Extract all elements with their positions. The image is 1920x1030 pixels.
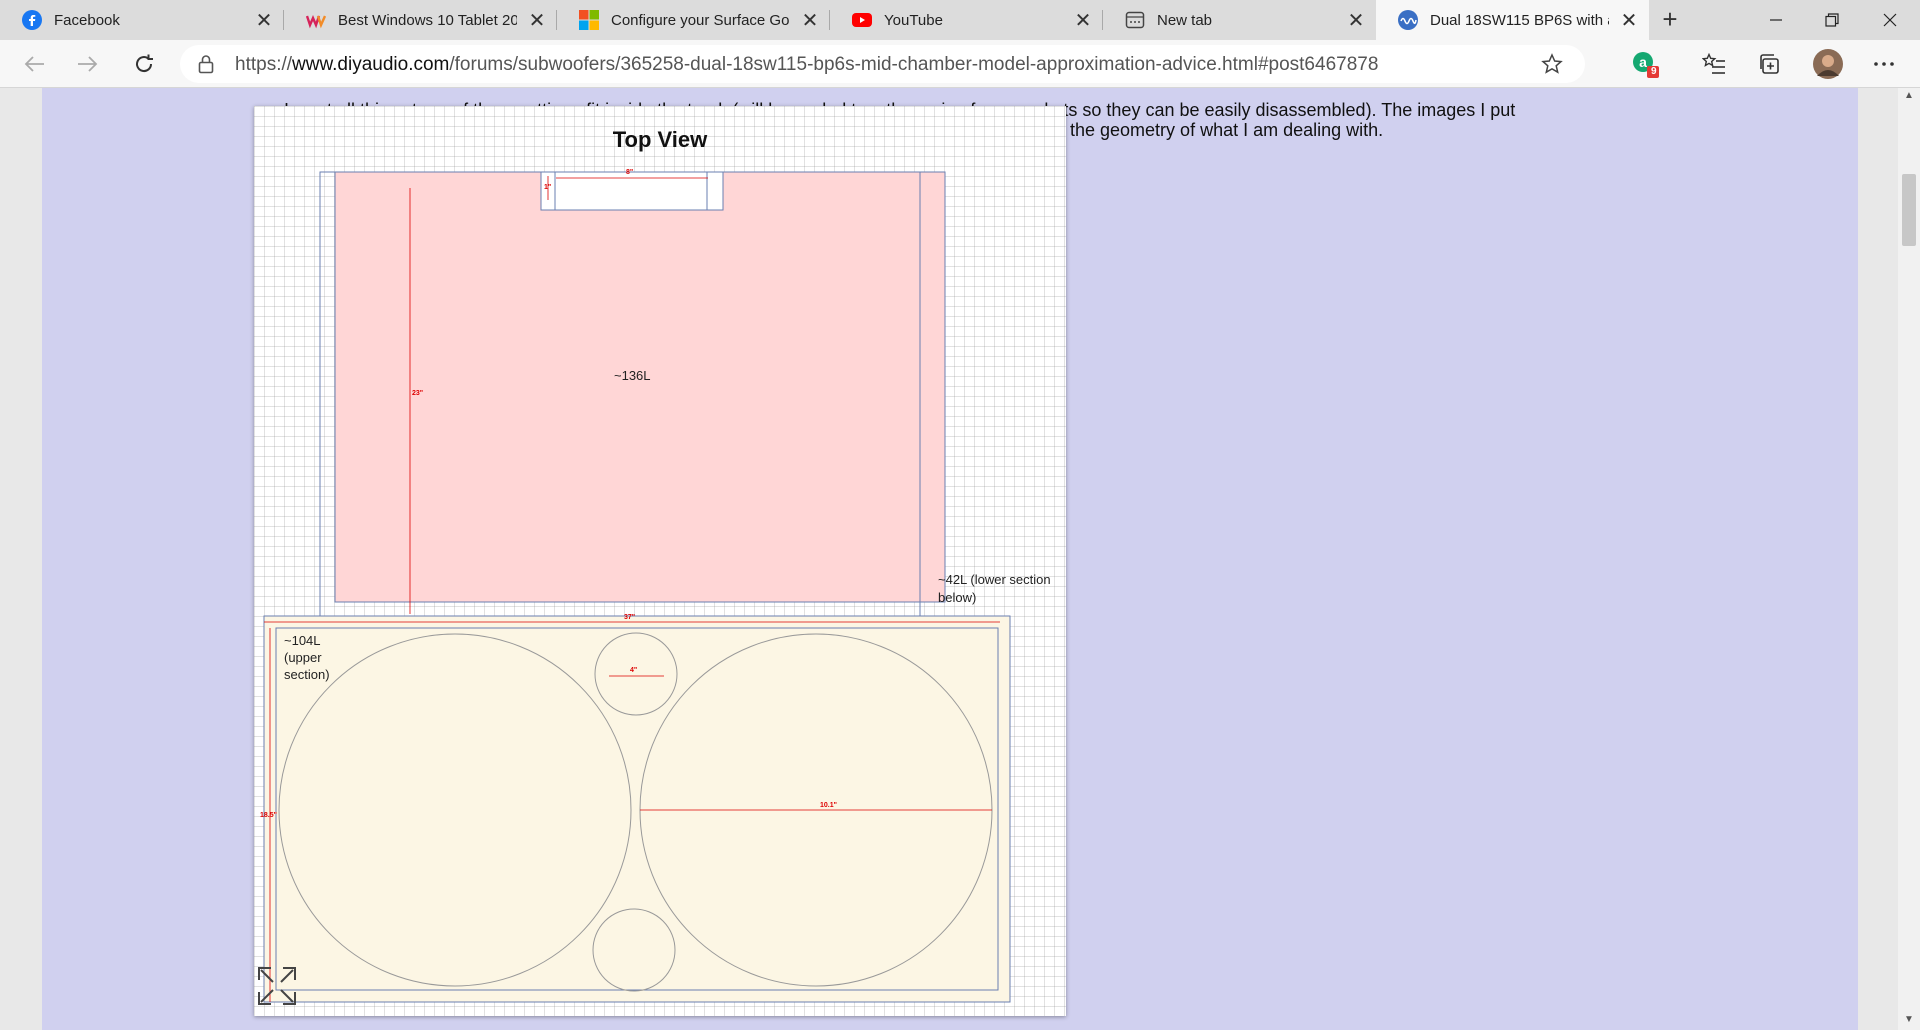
port-small-dimension-label: 1" — [544, 184, 552, 191]
height-dimension-label: 23" — [412, 390, 424, 397]
profile-button[interactable] — [1808, 47, 1848, 81]
expand-image-button[interactable] — [255, 964, 299, 1008]
restore-icon — [1825, 13, 1839, 27]
tab-youtube[interactable]: YouTube ✕ — [830, 0, 1103, 40]
depth-dimension-label: 18.5" — [260, 812, 277, 819]
attached-drawing-image[interactable]: Top View ~136L ~42L (lower section below… — [254, 106, 1066, 1016]
close-icon[interactable]: ✕ — [517, 8, 557, 33]
tab-diyaudio-active[interactable]: Dual 18SW115 BP6S with a ✕ — [1376, 0, 1649, 40]
scrollbar-thumb[interactable] — [1902, 174, 1916, 246]
url-text: https://www.diyaudio.com/forums/subwoofe… — [235, 54, 1378, 76]
forward-arrow-icon — [78, 56, 98, 72]
minimize-button[interactable] — [1748, 0, 1804, 40]
more-menu-button[interactable] — [1864, 47, 1904, 81]
side-volume-label: ~42L (lower section below) — [938, 572, 1051, 605]
drawing-svg — [263, 171, 1011, 1003]
close-icon[interactable]: ✕ — [1063, 8, 1103, 33]
refresh-button[interactable] — [126, 47, 162, 81]
favorite-star-icon[interactable] — [1541, 53, 1563, 80]
lower-volume-label: ~104L (upper section) — [284, 633, 330, 682]
new-tab-page-icon — [1125, 10, 1145, 30]
extension-button[interactable]: a 9 — [1625, 47, 1665, 81]
tab-title: Configure your Surface Go 2 — [611, 11, 790, 29]
lock-icon — [198, 54, 214, 79]
expand-icon — [258, 967, 296, 1005]
tab-title: Dual 18SW115 BP6S with a — [1430, 11, 1609, 29]
svg-text:a: a — [1639, 54, 1647, 70]
upper-volume-label: ~136L — [614, 368, 651, 383]
tab-title: Best Windows 10 Tablet 2020 — [338, 11, 517, 29]
tab-facebook[interactable]: Facebook ✕ — [0, 0, 284, 40]
close-window-button[interactable] — [1862, 0, 1918, 40]
tab-best-windows-tablet[interactable]: Best Windows 10 Tablet 2020 ✕ — [284, 0, 557, 40]
close-icon[interactable]: ✕ — [1609, 8, 1649, 33]
width-dimension-label: 37" — [624, 614, 636, 621]
favorites-button[interactable] — [1694, 47, 1734, 81]
page-content: I want all this extra... of the... cutti… — [0, 88, 1920, 1030]
url-path: /forums/subwoofers/365258-dual-18sw115-b… — [449, 54, 1379, 75]
close-icon[interactable]: ✕ — [1336, 8, 1376, 33]
url-scheme: https:// — [235, 54, 293, 75]
driver-radius-dimension-label: 10.1" — [820, 802, 837, 809]
extension-badge-count: 9 — [1651, 66, 1657, 77]
back-button[interactable] — [16, 47, 52, 81]
back-arrow-icon — [24, 56, 44, 72]
new-tab-button[interactable]: + — [1652, 0, 1688, 40]
url-field[interactable]: https://www.diyaudio.com/forums/subwoofe… — [180, 45, 1585, 83]
microsoft-icon — [579, 10, 599, 30]
forward-button[interactable] — [70, 47, 106, 81]
tab-title: Facebook — [54, 11, 120, 29]
port-dimension-label: 8" — [626, 169, 634, 176]
youtube-icon — [852, 10, 872, 30]
close-icon[interactable]: ✕ — [790, 8, 830, 33]
minimize-icon — [1770, 19, 1782, 21]
small-circle-dimension-label: 4" — [630, 667, 638, 674]
restore-button[interactable] — [1804, 0, 1860, 40]
scroll-up-icon[interactable]: ▲ — [1900, 90, 1918, 101]
tab-strip: Facebook ✕ Best Windows 10 Tablet 2020 ✕… — [0, 0, 1920, 40]
tab-new-tab[interactable]: New tab ✕ — [1103, 0, 1376, 40]
avatar — [1813, 49, 1843, 79]
address-bar: https://www.diyaudio.com/forums/subwoofe… — [0, 40, 1920, 88]
tab-configure-surface[interactable]: Configure your Surface Go 2 ✕ — [557, 0, 830, 40]
favorites-list-icon — [1702, 53, 1725, 74]
facebook-icon — [22, 10, 42, 30]
refresh-icon — [136, 54, 153, 73]
more-dots-icon — [1874, 62, 1894, 66]
diyaudio-icon — [1398, 10, 1418, 30]
url-host: www.diyaudio.com — [292, 54, 450, 75]
drawing-title: Top View — [612, 127, 708, 152]
tab-title: YouTube — [884, 11, 943, 29]
windows-central-icon — [306, 10, 326, 30]
close-icon[interactable]: ✕ — [244, 8, 284, 33]
tab-title: New tab — [1157, 11, 1213, 29]
scroll-down-icon[interactable]: ▼ — [1900, 1014, 1918, 1025]
collections-icon — [1760, 54, 1779, 74]
upper-chamber — [334, 171, 946, 603]
close-icon — [1883, 13, 1897, 27]
collections-button[interactable] — [1750, 47, 1790, 81]
